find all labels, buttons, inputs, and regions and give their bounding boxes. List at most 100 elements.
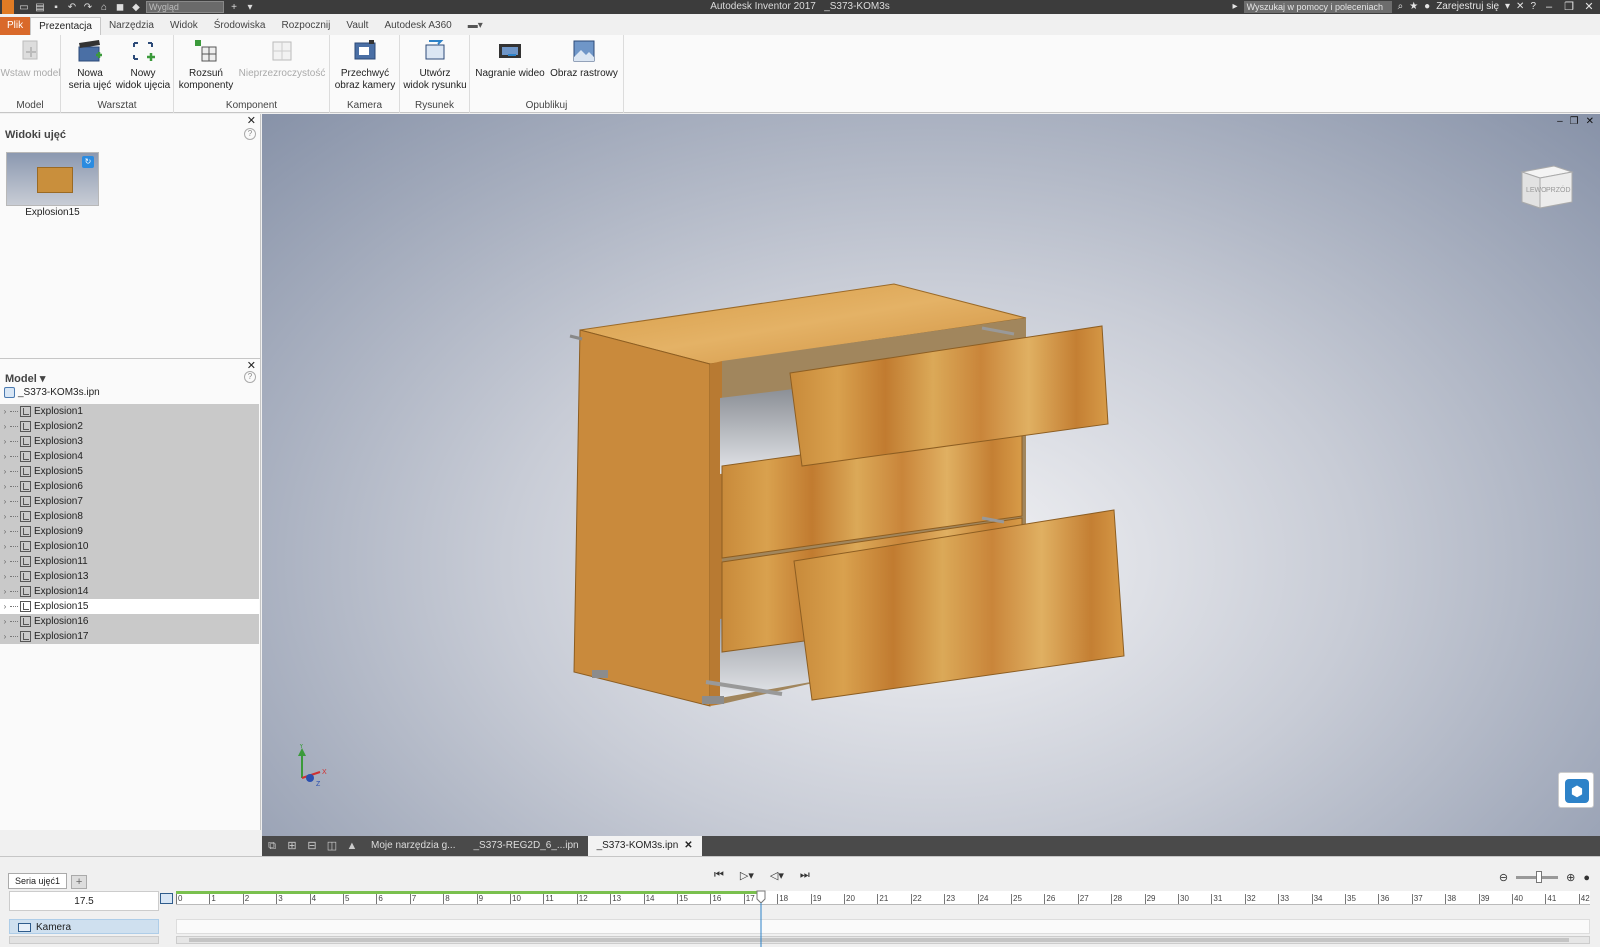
tree-item[interactable]: › Explosion15 [0, 599, 259, 614]
new-storyboard-button[interactable]: Nowa seria ujęć [66, 37, 114, 92]
current-time-field[interactable]: 17.5 [9, 891, 159, 911]
tweak-components-button[interactable]: Rozsuń komponenty [177, 37, 235, 92]
expand-arrow-icon[interactable]: › [0, 452, 10, 461]
tab-vault[interactable]: Vault [338, 17, 376, 35]
track-label-scrollbar[interactable] [9, 936, 159, 944]
customize-qat-icon[interactable]: ▾ [244, 2, 256, 13]
help-icon[interactable]: ? [244, 371, 256, 383]
tile-vertical-icon[interactable]: ◫ [322, 836, 342, 856]
expand-arrow-icon[interactable]: › [0, 512, 10, 521]
steering-wheel-icon[interactable]: ⬢ [1565, 779, 1589, 803]
opacity-button[interactable]: Nieprzezroczystość [235, 37, 329, 80]
timeline-scrollbar-thumb[interactable] [189, 938, 1569, 942]
sign-in-dropdown-icon[interactable]: ▾ [1505, 0, 1510, 14]
zoom-out-icon[interactable]: ⊖ [1499, 871, 1508, 884]
zoom-in-icon[interactable]: ⊕ [1566, 871, 1575, 884]
close-panel-icon[interactable]: ✕ [247, 359, 256, 372]
favorites-star-icon[interactable]: ★ [1409, 0, 1418, 14]
camera-track-label[interactable]: Kamera [9, 919, 159, 934]
tree-item[interactable]: › Explosion7 [0, 494, 259, 509]
expand-arrow-icon[interactable]: › [0, 572, 10, 581]
help-search-input[interactable]: Wyszukaj w pomocy i poleceniach [1243, 1, 1392, 13]
sign-in-link[interactable]: Zarejestruj się [1436, 0, 1499, 14]
expand-arrow-icon[interactable]: › [0, 527, 10, 536]
help-icon[interactable]: ? [1530, 0, 1536, 14]
expand-arrow-icon[interactable]: › [0, 542, 10, 551]
help-icon[interactable]: ? [244, 128, 256, 140]
tab-presentation[interactable]: Prezentacja [30, 17, 101, 35]
tree-item[interactable]: › Explosion17 [0, 629, 259, 644]
tree-item[interactable]: › Explosion6 [0, 479, 259, 494]
cabinet-model[interactable] [262, 114, 1600, 836]
expand-search-icon[interactable]: ▸ [1233, 0, 1238, 14]
new-snapshot-button[interactable]: Nowy widok ujęcia [114, 37, 172, 92]
tab-environments[interactable]: Środowiska [206, 17, 274, 35]
restore-window-icon[interactable]: ❐ [1562, 0, 1576, 14]
expand-arrow-icon[interactable]: › [0, 482, 10, 491]
graphics-viewport[interactable]: – ❐ ✕ LEWO PRZÓD Y X Z ⬢ [262, 114, 1600, 836]
tree-item[interactable]: › Explosion16 [0, 614, 259, 629]
tree-item[interactable]: › Explosion5 [0, 464, 259, 479]
tab-get-started[interactable]: Rozpocznij [273, 17, 338, 35]
close-panel-icon[interactable]: ✕ [247, 114, 256, 127]
playhead-scrubber[interactable] [756, 885, 766, 947]
expand-arrow-icon[interactable]: › [0, 437, 10, 446]
undo-icon[interactable]: ↶ [66, 2, 78, 13]
tree-item[interactable]: › Explosion14 [0, 584, 259, 599]
insert-model-button[interactable]: Wstaw model [0, 37, 61, 80]
ribbon-display-options-icon[interactable]: ▬▾ [460, 17, 491, 35]
tree-root[interactable]: _S373-KOM3s.ipn [4, 387, 100, 398]
navigation-bar[interactable]: ⬢ [1558, 772, 1594, 808]
zoom-slider-knob[interactable] [1536, 871, 1543, 883]
expand-arrow-icon[interactable]: › [0, 557, 10, 566]
expand-arrow-icon[interactable]: › [0, 422, 10, 431]
tree-item[interactable]: › Explosion1 [0, 404, 259, 419]
refresh-icon[interactable]: ↻ [82, 156, 94, 168]
close-tab-icon[interactable]: ✕ [684, 840, 692, 851]
tile-windows-icon[interactable]: ⊞ [282, 836, 302, 856]
doc-tab-kom3s[interactable]: _S373-KOM3s.ipn ✕ [587, 836, 702, 856]
camera-track[interactable] [176, 919, 1590, 934]
appearance-icon[interactable]: ◆ [130, 2, 142, 13]
play-icon[interactable]: ▷▾ [740, 869, 754, 882]
viewcube[interactable]: LEWO PRZÓD [1518, 162, 1576, 210]
go-to-start-icon[interactable]: ⏮ [714, 869, 724, 882]
minimize-window-icon[interactable]: – [1542, 0, 1556, 14]
timeline-ruler[interactable]: 0 1 2 3 4 5 6 7 8 9 10 11 12 13 14 15 16 17 18 19 20 21 22 23 24… [176, 891, 1590, 905]
tree-item[interactable]: › Explosion10 [0, 539, 259, 554]
expand-arrow-icon[interactable]: › [0, 632, 10, 641]
expand-arrow-icon[interactable]: › [0, 587, 10, 596]
redo-icon[interactable]: ↷ [82, 2, 94, 13]
viewcube-left-face[interactable]: LEWO [1526, 187, 1547, 194]
tree-item[interactable]: › Explosion3 [0, 434, 259, 449]
zoom-slider[interactable] [1516, 871, 1559, 883]
publish-raster-button[interactable]: Obraz rastrowy [548, 37, 620, 80]
add-storyboard-button[interactable]: + [71, 875, 88, 889]
storyboard-tab[interactable]: Seria ujęć1 [8, 873, 68, 889]
new-file-icon[interactable]: ▭ [18, 2, 30, 13]
doc-tab-tools[interactable]: Moje narzędzia g... [362, 836, 465, 856]
inventor-logo-icon[interactable] [2, 0, 14, 14]
expand-arrow-icon[interactable]: › [0, 407, 10, 416]
material-icon[interactable]: ◼ [114, 2, 126, 13]
tree-item[interactable]: › Explosion8 [0, 509, 259, 524]
home-icon[interactable]: ⌂ [98, 2, 110, 13]
expand-arrow-icon[interactable]: › [0, 602, 10, 611]
tab-view[interactable]: Widok [162, 17, 206, 35]
cascade-windows-icon[interactable]: ⧉ [262, 836, 282, 856]
tree-item[interactable]: › Explosion4 [0, 449, 259, 464]
go-to-end-icon[interactable]: ⏭ [800, 869, 810, 882]
viewcube-front-face[interactable]: PRZÓD [1546, 185, 1571, 194]
calendar-icon[interactable] [160, 893, 173, 904]
save-icon[interactable]: ▪ [50, 2, 62, 13]
timeline-options-icon[interactable]: ● [1583, 872, 1590, 884]
expand-arrow-icon[interactable]: › [0, 497, 10, 506]
snapshot-thumbnail[interactable]: ↻ [6, 152, 99, 206]
tab-tools[interactable]: Narzędzia [101, 17, 162, 35]
tab-file[interactable]: Plik [0, 17, 31, 35]
play-reverse-icon[interactable]: ◁▾ [770, 869, 784, 882]
expand-arrow-icon[interactable]: › [0, 617, 10, 626]
expand-arrow-icon[interactable]: › [0, 467, 10, 476]
close-window-icon[interactable]: ✕ [1582, 0, 1596, 14]
create-drawing-view-button[interactable]: Utwórz widok rysunku [402, 37, 468, 92]
